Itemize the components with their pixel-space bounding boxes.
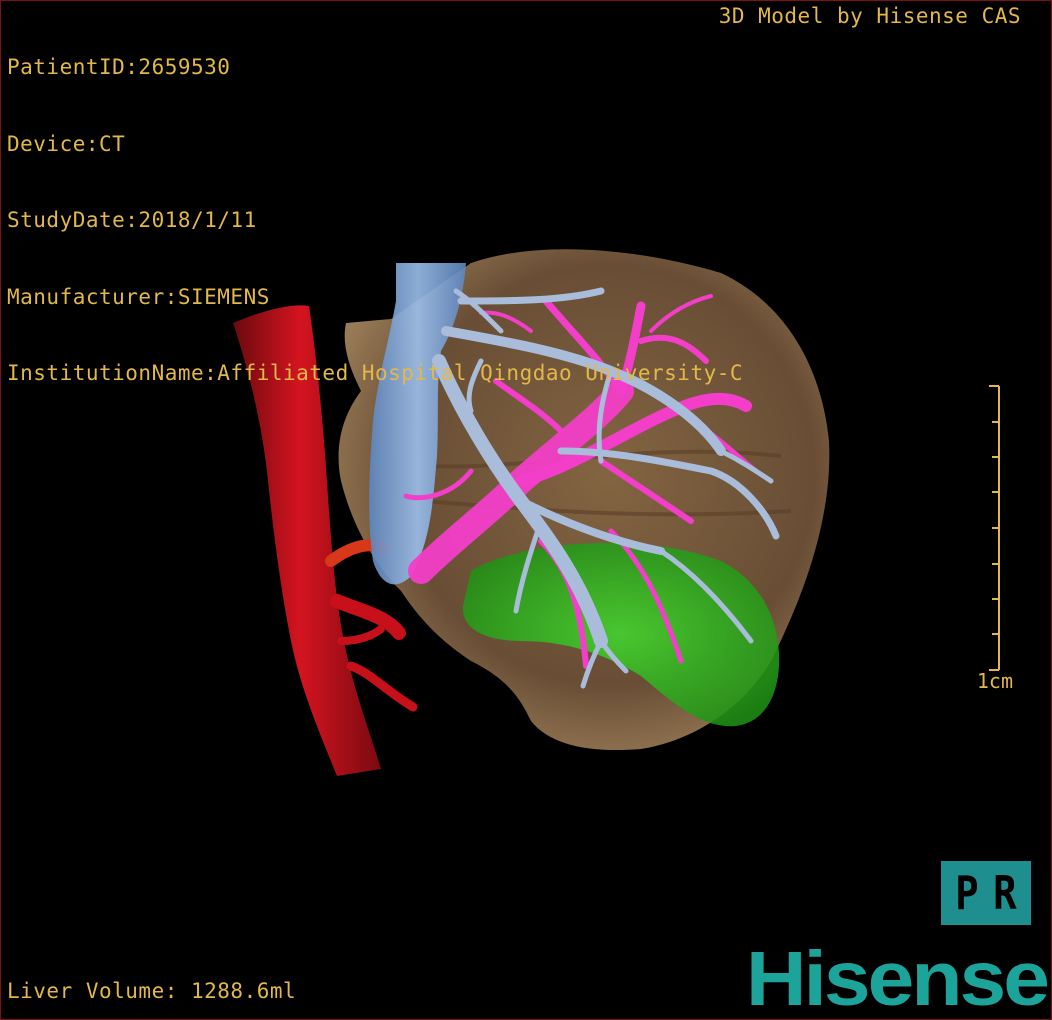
device-text: Device:CT bbox=[7, 131, 126, 156]
pr-button[interactable]: P R bbox=[941, 861, 1031, 925]
hisense-logo: Hisense bbox=[745, 935, 1050, 1020]
scale-label: 1cm bbox=[976, 669, 1013, 693]
pr-letter-r: R bbox=[993, 866, 1017, 920]
pr-letter-p: P bbox=[955, 866, 979, 920]
liver-volume-text: Liver Volume: 1288.6ml bbox=[7, 979, 297, 1003]
institution-text: InstitutionName:Affiliated Hospital Qing… bbox=[7, 361, 744, 385]
patient-id-text: PatientID:2659530 bbox=[7, 55, 231, 79]
model-credit-text: 3D Model by Hisense CAS bbox=[718, 4, 1021, 28]
manufacturer-text: Manufacturer:SIEMENS bbox=[7, 284, 270, 309]
render-viewport[interactable]: PatientID:2659530 Device:CT StudyDate:20… bbox=[0, 0, 1052, 1020]
scale-bar bbox=[989, 385, 1000, 671]
dicom-info-overlay: PatientID:2659530 Device:CT StudyDate:20… bbox=[7, 4, 743, 438]
study-date-text: StudyDate:2018/1/11 bbox=[7, 208, 257, 232]
